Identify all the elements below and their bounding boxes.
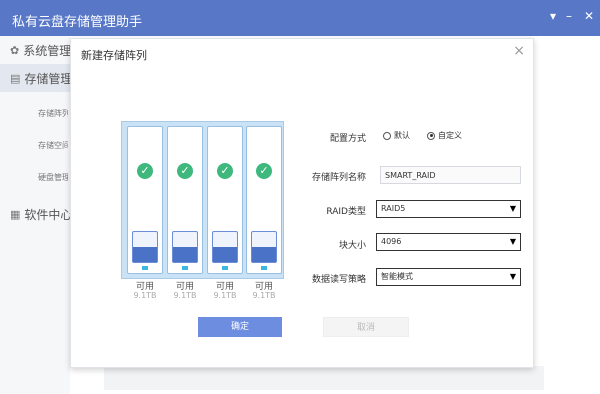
- block-size-label: 块大小: [338, 241, 366, 251]
- storage-icon: ▤: [10, 71, 21, 85]
- disk-capacity: 9.1TB: [252, 291, 276, 300]
- raid-type-label: RAID类型: [326, 207, 366, 217]
- disk-enclosure: ✓ ✓ ✓ ✓: [121, 121, 284, 279]
- background-panel: [104, 366, 544, 390]
- close-window-icon[interactable]: ✕: [584, 9, 594, 23]
- disk-bay[interactable]: ✓: [127, 126, 163, 274]
- radio-default[interactable]: 默认: [383, 130, 410, 141]
- cancel-button[interactable]: 取消: [323, 317, 409, 337]
- disk-led: [142, 266, 148, 270]
- rw-policy-label: 数据读写策略: [311, 275, 366, 285]
- sidebar-item-label: 软件中心: [24, 207, 70, 222]
- dropdown-arrow-icon: ▼: [509, 204, 516, 213]
- apps-icon: ▦: [10, 207, 21, 221]
- array-name-label: 存储阵列名称: [311, 173, 366, 183]
- app-window: 私有云盘存储管理助手 ▾ – ✕ ✿ 系统管理 ▤ 存储管理 存储阵列 存储空间…: [0, 0, 600, 394]
- confirm-button[interactable]: 确定: [198, 317, 282, 337]
- title-bar: 私有云盘存储管理助手 ▾ – ✕: [0, 0, 600, 36]
- disk-bay[interactable]: ✓: [207, 126, 243, 274]
- new-array-dialog: 新建存储阵列 × ✓ ✓ ✓ ✓ 可用 9.1TB 可用 9.1TB 可用 9.…: [70, 38, 534, 368]
- app-title: 私有云盘存储管理助手: [12, 15, 143, 30]
- array-name-input[interactable]: SMART_RAID: [380, 166, 521, 184]
- radio-off-icon: [383, 131, 391, 140]
- disk-led: [261, 266, 267, 270]
- disk-slot: [132, 231, 158, 263]
- sidebar-subitem-array[interactable]: 存储阵列: [38, 108, 68, 119]
- disk-led: [222, 266, 228, 270]
- radio-on-icon: [427, 131, 435, 140]
- disk-capacity: 9.1TB: [173, 291, 197, 300]
- sidebar-item-label: 存储管理: [24, 71, 70, 86]
- gear-icon: ✿: [10, 43, 20, 57]
- disk-capacity: 9.1TB: [133, 291, 157, 300]
- disk-capacity: 9.1TB: [213, 291, 237, 300]
- disk-slot: [172, 231, 198, 263]
- sidebar-subitem-space[interactable]: 存储空间: [38, 140, 68, 151]
- sidebar-item-storage[interactable]: ▤ 存储管理: [0, 64, 70, 92]
- check-icon: ✓: [217, 163, 233, 179]
- block-size-select[interactable]: 4096 ▼: [376, 233, 521, 251]
- disk-led: [182, 266, 188, 270]
- raid-type-select[interactable]: RAID5 ▼: [376, 200, 521, 218]
- dialog-title: 新建存储阵列: [81, 49, 147, 62]
- dropdown-arrow-icon: ▼: [509, 272, 516, 281]
- disk-bay[interactable]: ✓: [246, 126, 282, 274]
- minimize-icon[interactable]: –: [566, 9, 572, 23]
- sidebar-item-label: 系统管理: [23, 43, 70, 58]
- rw-policy-select[interactable]: 智能模式 ▼: [376, 268, 521, 286]
- sidebar: ✿ 系统管理 ▤ 存储管理 存储阵列 存储空间 硬盘管理 ▦ 软件中心: [0, 36, 70, 394]
- check-icon: ✓: [177, 163, 193, 179]
- disk-bay[interactable]: ✓: [167, 126, 203, 274]
- check-icon: ✓: [137, 163, 153, 179]
- radio-custom[interactable]: 自定义: [427, 130, 462, 141]
- config-mode-label: 配置方式: [329, 134, 366, 144]
- sidebar-item-system[interactable]: ✿ 系统管理: [0, 36, 70, 64]
- disk-slot: [212, 231, 238, 263]
- menu-dropdown-icon[interactable]: ▾: [550, 9, 556, 23]
- dropdown-arrow-icon: ▼: [509, 237, 516, 246]
- close-icon[interactable]: ×: [513, 43, 525, 59]
- sidebar-item-software[interactable]: ▦ 软件中心: [0, 200, 70, 228]
- sidebar-subitem-disk[interactable]: 硬盘管理: [38, 172, 68, 183]
